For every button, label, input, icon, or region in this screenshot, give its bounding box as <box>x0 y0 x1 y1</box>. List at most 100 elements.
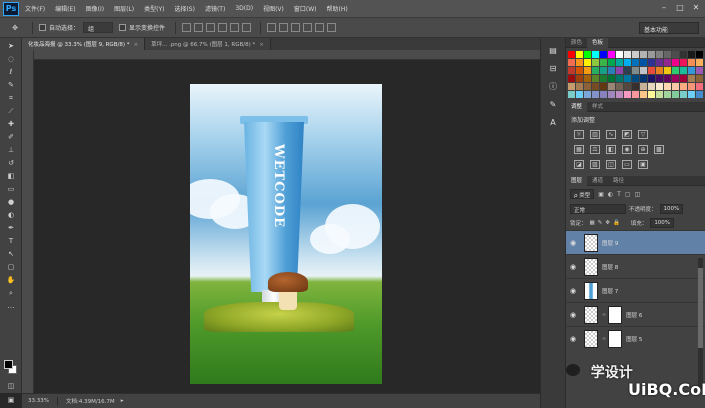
color-swatch[interactable] <box>584 51 591 58</box>
color-swatch[interactable] <box>584 91 591 98</box>
levels-icon[interactable]: ▥ <box>590 130 600 139</box>
color-swatch[interactable] <box>584 83 591 90</box>
eyedropper-tool-icon[interactable]: ⟋ <box>4 106 18 116</box>
tab-layers[interactable]: 图层 <box>566 175 588 186</box>
layer-row-9[interactable]: ◉ 图层 9 <box>566 230 705 254</box>
color-swatch[interactable] <box>576 59 583 66</box>
menu-help[interactable]: 帮助(H) <box>327 4 348 13</box>
zoom-level[interactable]: 33.33% <box>28 398 49 404</box>
layer-name[interactable]: 图层 6 <box>626 311 642 319</box>
layer-row-8[interactable]: ◉ 图层 8 <box>566 254 705 278</box>
color-swatch[interactable] <box>664 91 671 98</box>
character-icon[interactable]: A <box>547 118 559 128</box>
layer-row-5[interactable]: ◉ ∞ 图层 5 <box>566 326 705 350</box>
color-swatch[interactable] <box>600 75 607 82</box>
menu-view[interactable]: 视图(V) <box>263 4 284 13</box>
zoom-tool-icon[interactable]: ⌕ <box>4 288 18 298</box>
color-swatch[interactable] <box>696 83 703 90</box>
color-swatch[interactable] <box>568 67 575 74</box>
tab-swatches[interactable]: 色板 <box>587 37 609 48</box>
filter-type-icon[interactable]: T <box>617 191 621 198</box>
filter-adjust-icon[interactable]: ◐ <box>608 191 613 198</box>
align-left-icon[interactable] <box>218 23 228 32</box>
lock-position-icon[interactable]: ✥ <box>605 220 610 226</box>
photo-filter-icon[interactable]: ◉ <box>622 145 632 154</box>
color-swatch[interactable] <box>696 59 703 66</box>
color-swatch[interactable] <box>656 59 663 66</box>
color-swatch[interactable] <box>608 51 615 58</box>
color-swatch[interactable] <box>616 67 623 74</box>
move-tool-icon[interactable]: ➤ <box>4 41 18 51</box>
color-swatch[interactable] <box>592 75 599 82</box>
align-hcenter-icon[interactable] <box>230 23 240 32</box>
marquee-tool-icon[interactable]: ◌ <box>4 54 18 64</box>
color-swatch[interactable] <box>624 91 631 98</box>
align-bottom-icon[interactable] <box>206 23 216 32</box>
posterize-icon[interactable]: ▨ <box>590 160 600 169</box>
color-swatch[interactable] <box>600 91 607 98</box>
color-swatch[interactable] <box>640 59 647 66</box>
invert-icon[interactable]: ◪ <box>574 160 584 169</box>
color-swatch[interactable] <box>576 83 583 90</box>
ruler-horizontal[interactable] <box>34 50 540 60</box>
vibrance-icon[interactable]: ▽ <box>638 130 648 139</box>
color-swatch[interactable] <box>648 83 655 90</box>
filter-pixel-icon[interactable]: ▣ <box>598 191 604 198</box>
move-tool-preset-icon[interactable]: ✥ <box>8 23 22 33</box>
color-swatch[interactable] <box>632 91 639 98</box>
threshold-icon[interactable]: ◫ <box>606 160 616 169</box>
color-swatch[interactable] <box>688 67 695 74</box>
color-swatch[interactable] <box>616 51 623 58</box>
filter-shape-icon[interactable]: ▢ <box>625 191 631 198</box>
color-swatch[interactable] <box>640 75 647 82</box>
color-swatch[interactable] <box>648 91 655 98</box>
color-swatch[interactable] <box>608 75 615 82</box>
menu-type[interactable]: 类型(Y) <box>144 4 164 13</box>
distribute-vcenter-icon[interactable] <box>279 23 289 32</box>
color-swatch[interactable] <box>584 67 591 74</box>
layer-row-7[interactable]: ◉ 图层 7 <box>566 278 705 302</box>
color-swatch[interactable] <box>584 75 591 82</box>
color-swatch[interactable] <box>680 51 687 58</box>
distribute-bottom-icon[interactable] <box>291 23 301 32</box>
color-swatch[interactable] <box>696 91 703 98</box>
blur-tool-icon[interactable]: ● <box>4 197 18 207</box>
color-swatch[interactable] <box>672 59 679 66</box>
color-swatch[interactable] <box>640 83 647 90</box>
eraser-tool-icon[interactable]: ◧ <box>4 171 18 181</box>
color-swatch[interactable] <box>648 59 655 66</box>
auto-select-dropdown[interactable]: 组 <box>83 22 114 33</box>
tab-adjustments[interactable]: 调整 <box>566 101 588 112</box>
color-swatch[interactable] <box>656 67 663 74</box>
color-swatch[interactable] <box>648 75 655 82</box>
menu-image[interactable]: 图像(I) <box>86 4 104 13</box>
color-swatch[interactable] <box>664 83 671 90</box>
color-swatch[interactable] <box>608 91 615 98</box>
color-swatch[interactable] <box>656 75 663 82</box>
color-swatch[interactable] <box>616 91 623 98</box>
color-swatch[interactable] <box>640 51 647 58</box>
color-swatch[interactable] <box>648 51 655 58</box>
color-swatch[interactable] <box>624 83 631 90</box>
brightness-icon[interactable]: ☼ <box>574 130 584 139</box>
color-swatch[interactable] <box>632 67 639 74</box>
more-tools-icon[interactable]: … <box>4 301 18 311</box>
align-vcenter-icon[interactable] <box>194 23 204 32</box>
color-swatch[interactable] <box>664 51 671 58</box>
canvas-area[interactable]: WETCODE <box>34 60 540 393</box>
color-swatch[interactable] <box>608 59 615 66</box>
black-white-icon[interactable]: ◧ <box>606 145 616 154</box>
color-swatch[interactable] <box>632 59 639 66</box>
menu-file[interactable]: 文件(F) <box>25 4 45 13</box>
eye-icon[interactable]: ◉ <box>570 239 578 247</box>
color-swatch[interactable] <box>632 75 639 82</box>
quick-mask-icon[interactable]: ◫ <box>4 381 18 391</box>
color-swatch[interactable] <box>576 91 583 98</box>
color-swatch[interactable] <box>680 91 687 98</box>
tab-channels[interactable]: 通道 <box>587 176 608 186</box>
menu-3d[interactable]: 3D(D) <box>235 5 253 12</box>
channel-mixer-icon[interactable]: ⊕ <box>638 145 648 154</box>
color-balance-icon[interactable]: ⚖ <box>590 145 600 154</box>
color-swatch[interactable] <box>688 75 695 82</box>
color-swatch[interactable] <box>568 91 575 98</box>
